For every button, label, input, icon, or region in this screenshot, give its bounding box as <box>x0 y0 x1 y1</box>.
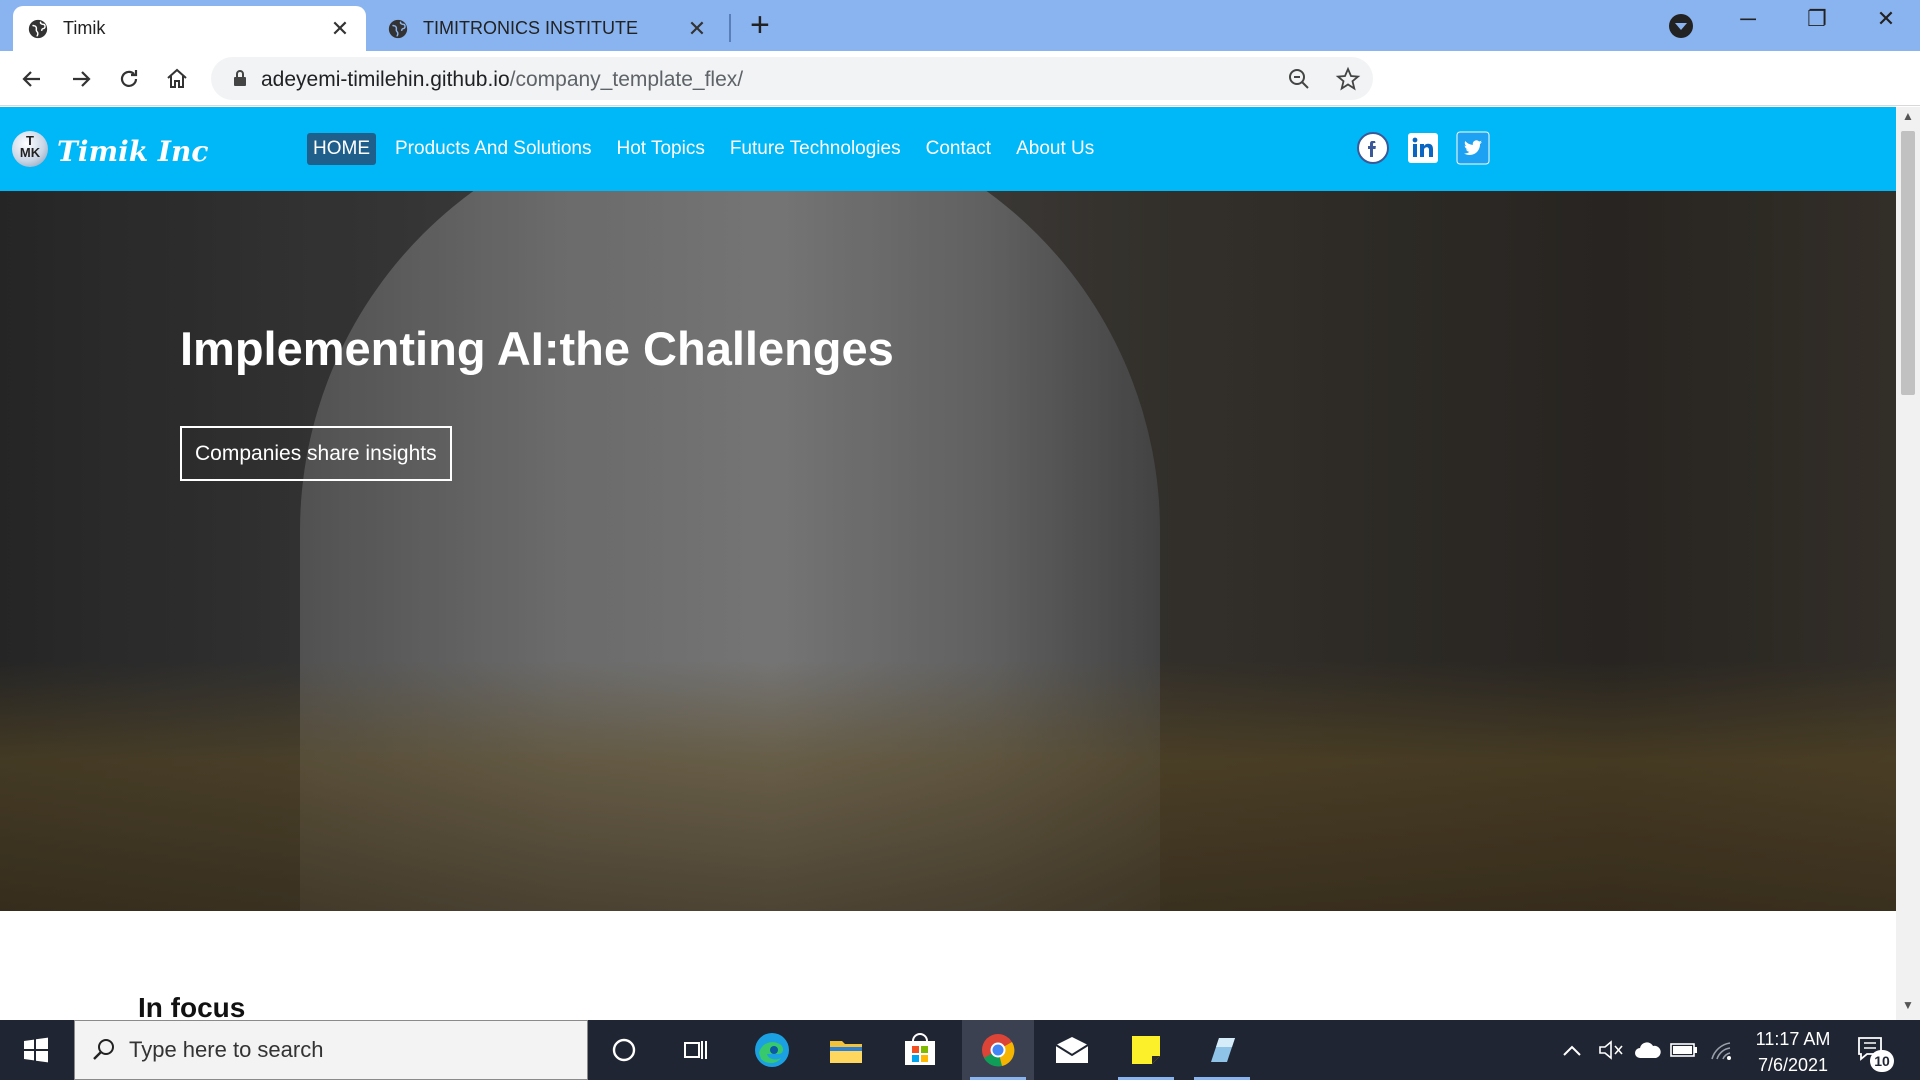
windows-taskbar: Type here to search 11:17 AM 7/6/2021 10 <box>0 1020 1920 1080</box>
section-title-in-focus: In focus <box>138 992 246 1020</box>
taskbar-search-placeholder: Type here to search <box>129 1037 324 1062</box>
notification-count-badge: 10 <box>1870 1050 1894 1072</box>
tab-title: Timik <box>63 18 106 38</box>
menu-item-products[interactable]: Products And Solutions <box>389 133 597 165</box>
tab-timitronics[interactable]: TIMITRONICS INSTITUTE ✕ <box>373 6 723 51</box>
scroll-up-arrow-icon[interactable]: ▲ <box>1896 109 1920 129</box>
battery-icon[interactable] <box>1670 1020 1698 1080</box>
wifi-icon[interactable] <box>1708 1020 1734 1080</box>
microsoft-store-icon[interactable] <box>884 1020 956 1080</box>
task-view-icon[interactable] <box>660 1020 732 1080</box>
menu-item-contact[interactable]: Contact <box>920 133 997 165</box>
close-tab-icon[interactable]: ✕ <box>685 17 709 40</box>
logo-badge[interactable]: T MK <box>12 131 48 167</box>
url-path: /company_template_flex/ <box>509 68 744 91</box>
minimize-button[interactable]: ─ <box>1728 6 1768 32</box>
menu-item-hot-topics[interactable]: Hot Topics <box>610 133 710 165</box>
cortana-icon[interactable] <box>588 1020 660 1080</box>
site-navbar: T MK Timik Inc HOME Products And Solutio… <box>0 107 1896 191</box>
scrollbar-thumb[interactable] <box>1901 131 1915 395</box>
menu-item-about-us[interactable]: About Us <box>1010 133 1100 165</box>
windows-logo-icon <box>24 1037 48 1063</box>
window-close-button[interactable]: ✕ <box>1866 6 1906 32</box>
hero-overlay <box>0 191 1896 911</box>
twitter-icon[interactable] <box>1456 131 1490 165</box>
bookmark-star-icon[interactable] <box>1335 66 1361 92</box>
scroll-down-arrow-icon[interactable]: ▼ <box>1896 998 1920 1018</box>
show-hidden-icons-chevron-icon[interactable] <box>1562 1020 1582 1080</box>
browser-toolbar: adeyemi-timilehin.github.io/company_temp… <box>0 51 1920 144</box>
mail-icon[interactable] <box>1036 1020 1108 1080</box>
tab-separator <box>729 14 731 42</box>
paint-app-icon[interactable] <box>1186 1020 1258 1080</box>
page-scrollbar[interactable]: ▲ ▼ <box>1896 107 1920 1020</box>
chrome-icon[interactable] <box>962 1020 1034 1080</box>
forward-icon[interactable] <box>64 62 98 96</box>
home-icon[interactable] <box>160 62 194 96</box>
new-tab-button[interactable]: + <box>750 8 770 42</box>
zoom-icon[interactable] <box>1286 66 1312 92</box>
hero-banner: Implementing AI:the Challenges Companies… <box>0 191 1896 911</box>
tab-timik[interactable]: Timik ✕ <box>13 6 366 51</box>
volume-muted-icon[interactable] <box>1598 1020 1624 1080</box>
start-button[interactable] <box>0 1020 72 1080</box>
sticky-notes-icon[interactable] <box>1110 1020 1182 1080</box>
facebook-icon[interactable] <box>1356 131 1390 165</box>
close-tab-icon[interactable]: ✕ <box>328 17 352 40</box>
linkedin-icon[interactable] <box>1406 131 1440 165</box>
system-clock[interactable]: 11:17 AM 7/6/2021 <box>1738 1026 1848 1078</box>
url-host: adeyemi-timilehin.github.io <box>261 68 510 91</box>
edge-icon[interactable] <box>736 1020 808 1080</box>
menu-item-future-technologies[interactable]: Future Technologies <box>724 133 907 165</box>
file-explorer-icon[interactable] <box>810 1020 882 1080</box>
address-bar[interactable]: adeyemi-timilehin.github.io/company_temp… <box>211 57 1373 100</box>
hero-title: Implementing AI:the Challenges <box>180 322 894 375</box>
back-icon[interactable] <box>15 62 49 96</box>
browser-tabstrip: Timik ✕ TIMITRONICS INSTITUTE ✕ + ─ ❐ ✕ <box>0 0 1920 51</box>
globe-icon <box>28 19 48 38</box>
globe-icon <box>388 19 408 38</box>
hero-cta-button[interactable]: Companies share insights <box>180 426 452 481</box>
web-page: T MK Timik Inc HOME Products And Solutio… <box>0 107 1896 1020</box>
clock-time: 11:17 AM <box>1755 1029 1831 1049</box>
menu-item-home[interactable]: HOME <box>307 133 376 165</box>
tab-title: TIMITRONICS INSTITUTE <box>423 18 638 38</box>
search-icon <box>93 1039 114 1060</box>
site-menu: HOME Products And Solutions Hot Topics F… <box>307 133 1113 165</box>
onedrive-cloud-icon[interactable] <box>1634 1020 1662 1080</box>
site-brand[interactable]: Timik Inc <box>57 135 208 168</box>
clock-date: 7/6/2021 <box>1757 1055 1829 1075</box>
lock-icon <box>234 70 246 86</box>
restore-button[interactable]: ❐ <box>1797 6 1837 32</box>
tab-search-icon[interactable] <box>1669 14 1693 38</box>
taskbar-search-box[interactable]: Type here to search <box>74 1020 588 1080</box>
url-text: adeyemi-timilehin.github.io/company_temp… <box>261 68 743 92</box>
reload-icon[interactable] <box>112 62 146 96</box>
